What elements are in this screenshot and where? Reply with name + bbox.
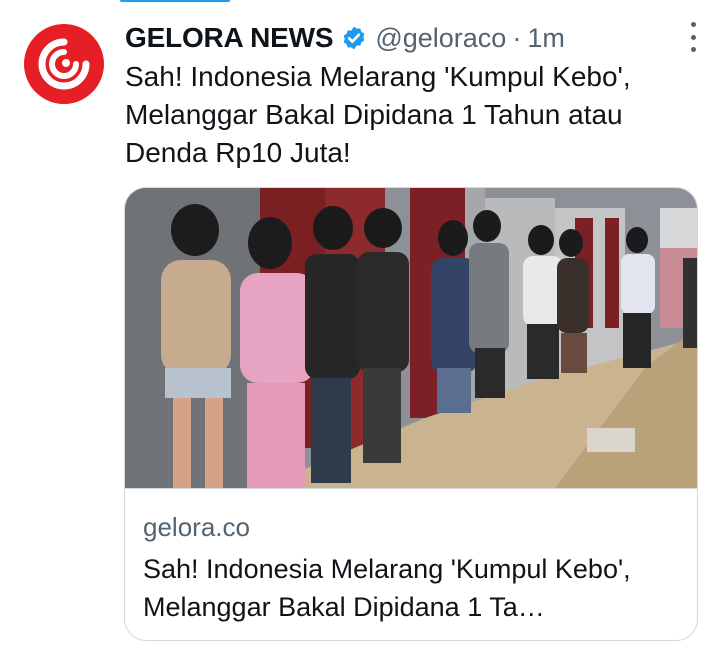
more-options-icon[interactable] bbox=[684, 22, 702, 52]
separator-dot: · bbox=[512, 22, 522, 53]
verified-badge-icon bbox=[341, 25, 367, 51]
gelora-logo-icon bbox=[38, 38, 90, 90]
card-image[interactable] bbox=[125, 188, 697, 489]
tweet-text: Sah! Indonesia Melarang 'Kumpul Kebo', M… bbox=[125, 61, 631, 168]
tweet[interactable]: GELORA NEWS @geloraco · 1m Sah! Indonesi… bbox=[0, 0, 720, 645]
tweet-timestamp[interactable]: 1m bbox=[527, 23, 565, 54]
author-name[interactable]: GELORA NEWS bbox=[125, 22, 334, 54]
link-card[interactable]: gelora.co Sah! Indonesia Melarang 'Kumpu… bbox=[124, 187, 698, 641]
author-handle[interactable]: @geloraco bbox=[375, 23, 506, 54]
card-domain[interactable]: gelora.co bbox=[143, 512, 250, 543]
tweet-header: GELORA NEWS @geloraco · 1m bbox=[125, 18, 685, 58]
avatar[interactable] bbox=[24, 24, 104, 104]
card-title[interactable]: Sah! Indonesia Melarang 'Kumpul Kebo', M… bbox=[143, 550, 683, 626]
